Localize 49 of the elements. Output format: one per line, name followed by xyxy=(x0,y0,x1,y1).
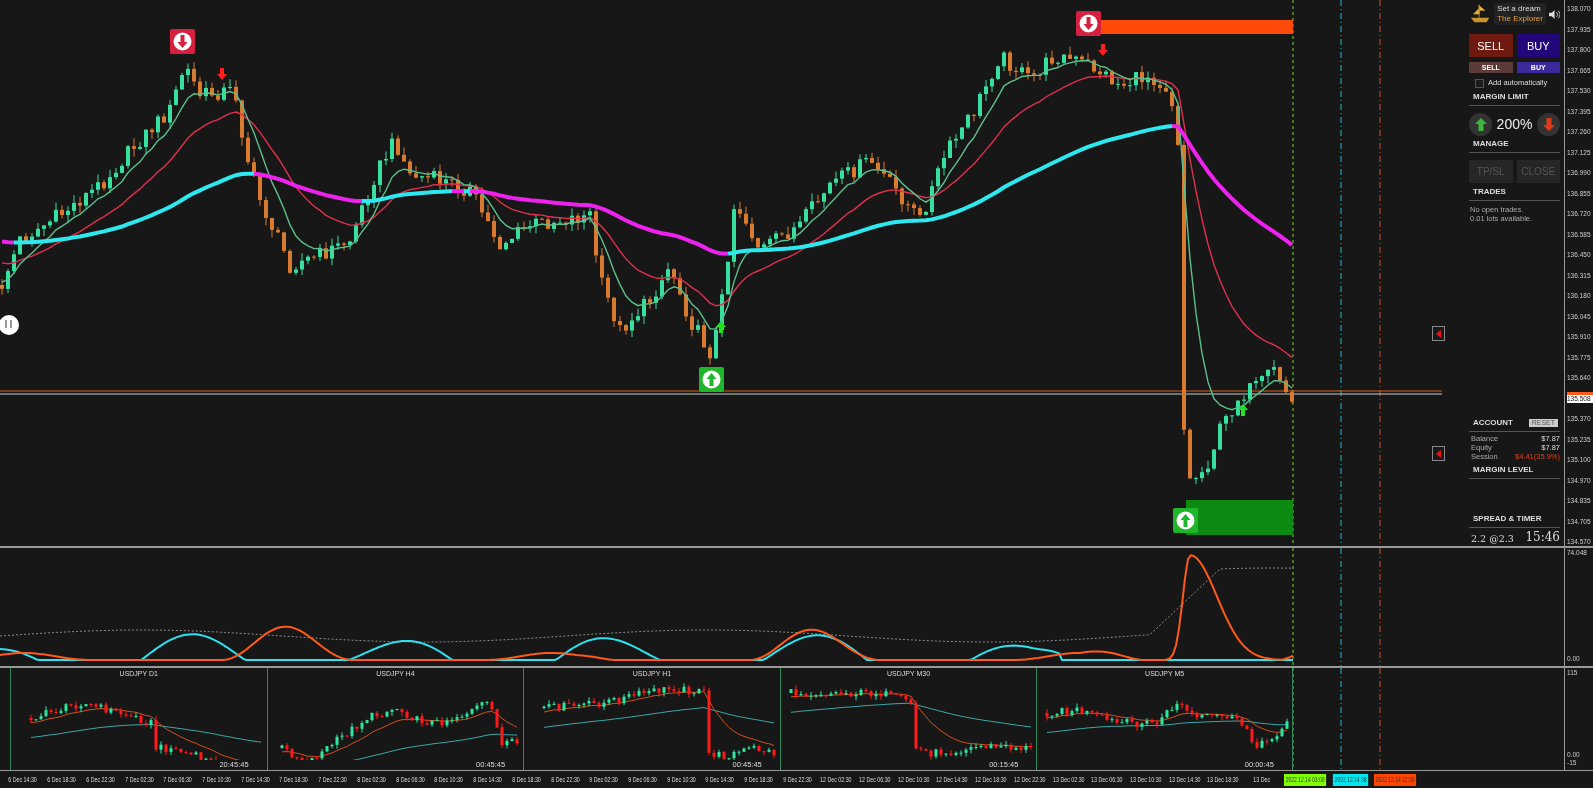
time-label: 8 Dec 02:30 xyxy=(357,774,386,785)
logo-tagline: Set a dream xyxy=(1497,4,1542,14)
time-label: 8 Dec 18:30 xyxy=(512,774,541,785)
time-label: 8 Dec 14:30 xyxy=(473,774,502,785)
time-label: 9 Dec 22:30 xyxy=(783,774,812,785)
spread-value: 2.2 @2.3 xyxy=(1471,533,1514,544)
margin-limit-value: 200% xyxy=(1496,116,1533,132)
time-label: 9 Dec 10:30 xyxy=(667,774,696,785)
time-label: 8 Dec 22:30 xyxy=(550,774,580,785)
time-label: 7 Dec 22:30 xyxy=(318,774,347,785)
time-label: 13 Dec xyxy=(1253,774,1271,785)
sell-button[interactable]: SELL xyxy=(1469,34,1513,57)
time-label: 12 Dec 02:30 xyxy=(820,774,852,785)
time-label: 9 Dec 14:30 xyxy=(705,774,735,785)
time-label: 6 Dec 14:30 xyxy=(8,774,38,785)
time-label: 7 Dec 14:30 xyxy=(241,774,270,785)
time-label: 8 Dec 10:30 xyxy=(434,774,464,785)
time-label: 12 Dec 10:30 xyxy=(897,774,930,785)
section-title: TRADES xyxy=(1473,187,1506,197)
time-label: 6 Dec 18:30 xyxy=(47,774,76,785)
time-label: 12 Dec 06:30 xyxy=(859,774,891,785)
time-label: 7 Dec 10:30 xyxy=(202,774,231,785)
time-label: 13 Dec 18:30 xyxy=(1207,774,1239,785)
logo-name: The Explorer xyxy=(1497,14,1543,24)
time-label: 8 Dec 06:30 xyxy=(395,774,425,785)
time-label: 6 Dec 22:30 xyxy=(86,774,115,785)
time-label: 7 Dec 18:30 xyxy=(279,774,309,785)
time-label: 7 Dec 06:30 xyxy=(163,774,193,785)
time-label: 9 Dec 18:30 xyxy=(744,774,773,785)
time-marker-label: 2022.12.14 08 xyxy=(1332,773,1369,786)
section-title: MARGIN LEVEL xyxy=(1473,465,1534,475)
time-marker-label: 2022.12.14 12:00 xyxy=(1374,773,1417,786)
time-label: 13 Dec 14:30 xyxy=(1168,774,1201,785)
time-marker-label: 2022.12.14 03:00 xyxy=(1284,773,1327,786)
time-label: 9 Dec 02:30 xyxy=(589,774,619,785)
time-label: 13 Dec 02:30 xyxy=(1052,774,1085,785)
time-label: 12 Dec 14:30 xyxy=(936,774,968,785)
timer-value: 15:46 xyxy=(1525,530,1560,544)
time-label: 12 Dec 18:30 xyxy=(975,774,1007,785)
section-title: MANAGE xyxy=(1473,139,1509,149)
section-title: SPREAD & TIMER xyxy=(1473,514,1542,524)
section-title: ACCOUNT xyxy=(1473,418,1513,428)
time-label: 12 Dec 22:30 xyxy=(1014,774,1046,785)
section-title: MARGIN LIMIT xyxy=(1473,92,1529,102)
buy-button[interactable]: BUY xyxy=(1516,34,1560,57)
time-label: 13 Dec 10:30 xyxy=(1130,774,1162,785)
time-label: 7 Dec 02:30 xyxy=(124,774,154,785)
time-label: 9 Dec 06:30 xyxy=(628,774,657,785)
time-label: 13 Dec 06:30 xyxy=(1091,774,1123,785)
